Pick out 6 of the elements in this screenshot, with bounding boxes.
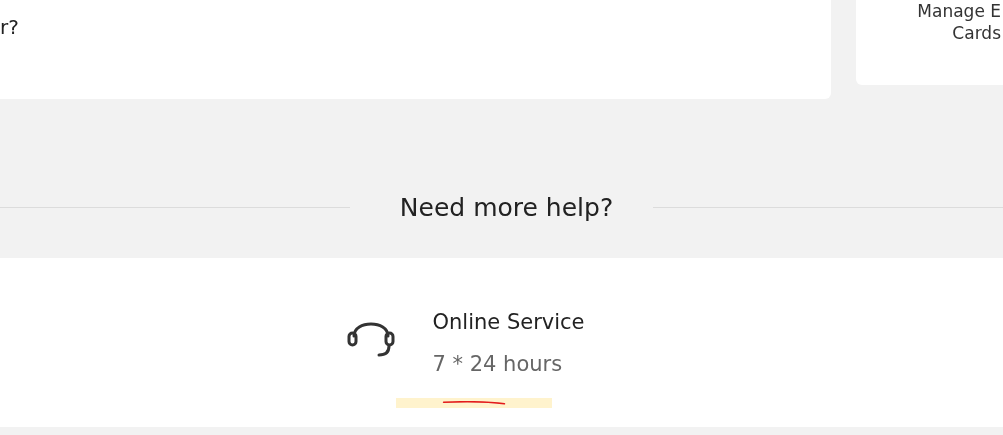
card-label: Manage E xyxy=(916,0,1001,22)
card-label: Cards xyxy=(951,22,1001,44)
section-heading: Need more help? xyxy=(398,192,615,224)
service-hours: 7 * 24 hours xyxy=(432,352,564,376)
service-title: Online Service xyxy=(432,310,585,334)
question-text: r? xyxy=(0,15,19,39)
